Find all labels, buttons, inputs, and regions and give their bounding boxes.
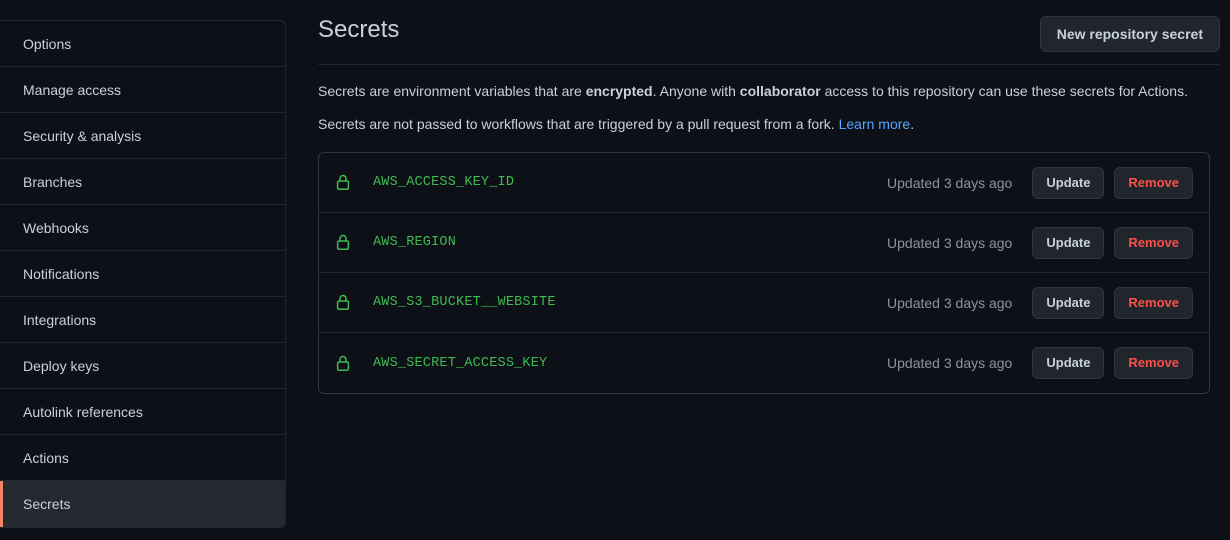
remove-secret-button[interactable]: Remove bbox=[1114, 286, 1193, 319]
page-title: Secrets bbox=[318, 16, 400, 43]
update-secret-button[interactable]: Update bbox=[1032, 286, 1105, 319]
sidebar-item-label: Manage access bbox=[23, 81, 122, 98]
page-header: Secrets New repository secret bbox=[318, 14, 1220, 65]
sidebar-item-branches[interactable]: Branches bbox=[0, 159, 285, 205]
sidebar-item-autolink-references[interactable]: Autolink references bbox=[0, 389, 285, 435]
secret-updated-text: Updated 3 days ago bbox=[887, 294, 1013, 311]
remove-secret-button[interactable]: Remove bbox=[1114, 347, 1193, 379]
lock-icon bbox=[335, 174, 351, 192]
new-repository-secret-button[interactable]: New repository secret bbox=[1039, 16, 1220, 52]
sidebar-item-integrations[interactable]: Integrations bbox=[0, 297, 285, 343]
sidebar-item-options[interactable]: Options bbox=[0, 21, 285, 67]
desc-text-1: Secrets are environment variables that a… bbox=[318, 83, 586, 99]
desc-bold-collaborator: collaborator bbox=[739, 83, 821, 99]
secrets-description-line1: Secrets are environment variables that a… bbox=[318, 81, 1220, 102]
sidebar-item-secrets[interactable]: Secrets bbox=[0, 481, 285, 527]
secrets-list: AWS_ACCESS_KEY_ID Updated 3 days ago Updat… bbox=[318, 152, 1210, 394]
secret-row: AWS_SECRET_ACCESS_KEY Updated 3 days ago U… bbox=[319, 333, 1209, 393]
secret-name-link[interactable]: AWS_ACCESS_KEY_ID bbox=[373, 175, 514, 190]
secret-row: AWS_S3_BUCKET__WEBSITE Updated 3 days ago… bbox=[319, 273, 1209, 333]
update-secret-button[interactable]: Update bbox=[1032, 347, 1105, 379]
main-content: Secrets New repository secret Secrets ar… bbox=[286, 0, 1230, 540]
sidebar-item-deploy-keys[interactable]: Deploy keys bbox=[0, 343, 285, 389]
sidebar-item-label: Secrets bbox=[23, 496, 71, 512]
desc-text-2: . Anyone with bbox=[652, 83, 740, 99]
desc-bold-encrypted: encrypted bbox=[585, 83, 653, 99]
secret-row: AWS_REGION Updated 3 days ago Update Remove bbox=[319, 213, 1209, 273]
sidebar-item-security-analysis[interactable]: Security & analysis bbox=[0, 113, 285, 159]
desc-text-5: . bbox=[910, 116, 915, 132]
secret-name-link[interactable]: AWS_S3_BUCKET__WEBSITE bbox=[373, 295, 556, 310]
sidebar-item-notifications[interactable]: Notifications bbox=[0, 251, 285, 297]
lock-icon bbox=[335, 294, 351, 312]
desc-text-3: access to this repository can use these … bbox=[820, 83, 1188, 99]
sidebar-container: Options Manage access Security & analysis B… bbox=[0, 0, 286, 540]
secret-row: AWS_ACCESS_KEY_ID Updated 3 days ago Updat… bbox=[319, 153, 1209, 213]
sidebar-item-label: Security & analysis bbox=[23, 127, 142, 144]
secrets-description-line2: Secrets are not passed to workflows that… bbox=[318, 114, 1220, 135]
secret-name-link[interactable]: AWS_REGION bbox=[373, 235, 456, 250]
desc-text-4: Secrets are not passed to workflows that… bbox=[318, 116, 839, 132]
update-secret-button[interactable]: Update bbox=[1032, 166, 1105, 199]
secret-updated-text: Updated 3 days ago bbox=[887, 234, 1013, 251]
sidebar-item-label: Autolink references bbox=[23, 403, 143, 420]
secret-updated-text: Updated 3 days ago bbox=[887, 355, 1013, 371]
update-secret-button[interactable]: Update bbox=[1032, 226, 1105, 259]
learn-more-link[interactable]: Learn more bbox=[839, 116, 911, 132]
remove-secret-button[interactable]: Remove bbox=[1114, 166, 1193, 199]
sidebar-item-manage-access[interactable]: Manage access bbox=[0, 67, 285, 113]
remove-secret-button[interactable]: Remove bbox=[1114, 226, 1193, 259]
settings-page: Options Manage access Security & analysis B… bbox=[0, 0, 1230, 540]
sidebar-item-label: Webhooks bbox=[23, 219, 89, 236]
sidebar-item-label: Actions bbox=[23, 449, 69, 466]
secret-updated-text: Updated 3 days ago bbox=[887, 174, 1013, 191]
sidebar-item-label: Notifications bbox=[23, 265, 100, 282]
sidebar-item-label: Options bbox=[23, 35, 72, 52]
sidebar-item-label: Integrations bbox=[23, 311, 97, 328]
sidebar-item-label: Deploy keys bbox=[23, 357, 100, 374]
secret-name-link[interactable]: AWS_SECRET_ACCESS_KEY bbox=[373, 356, 547, 371]
settings-sidebar: Options Manage access Security & analysis B… bbox=[0, 20, 286, 528]
sidebar-item-actions[interactable]: Actions bbox=[0, 435, 285, 481]
lock-icon bbox=[335, 234, 351, 252]
sidebar-item-webhooks[interactable]: Webhooks bbox=[0, 205, 285, 251]
sidebar-item-label: Branches bbox=[23, 173, 83, 190]
lock-icon bbox=[335, 354, 351, 372]
